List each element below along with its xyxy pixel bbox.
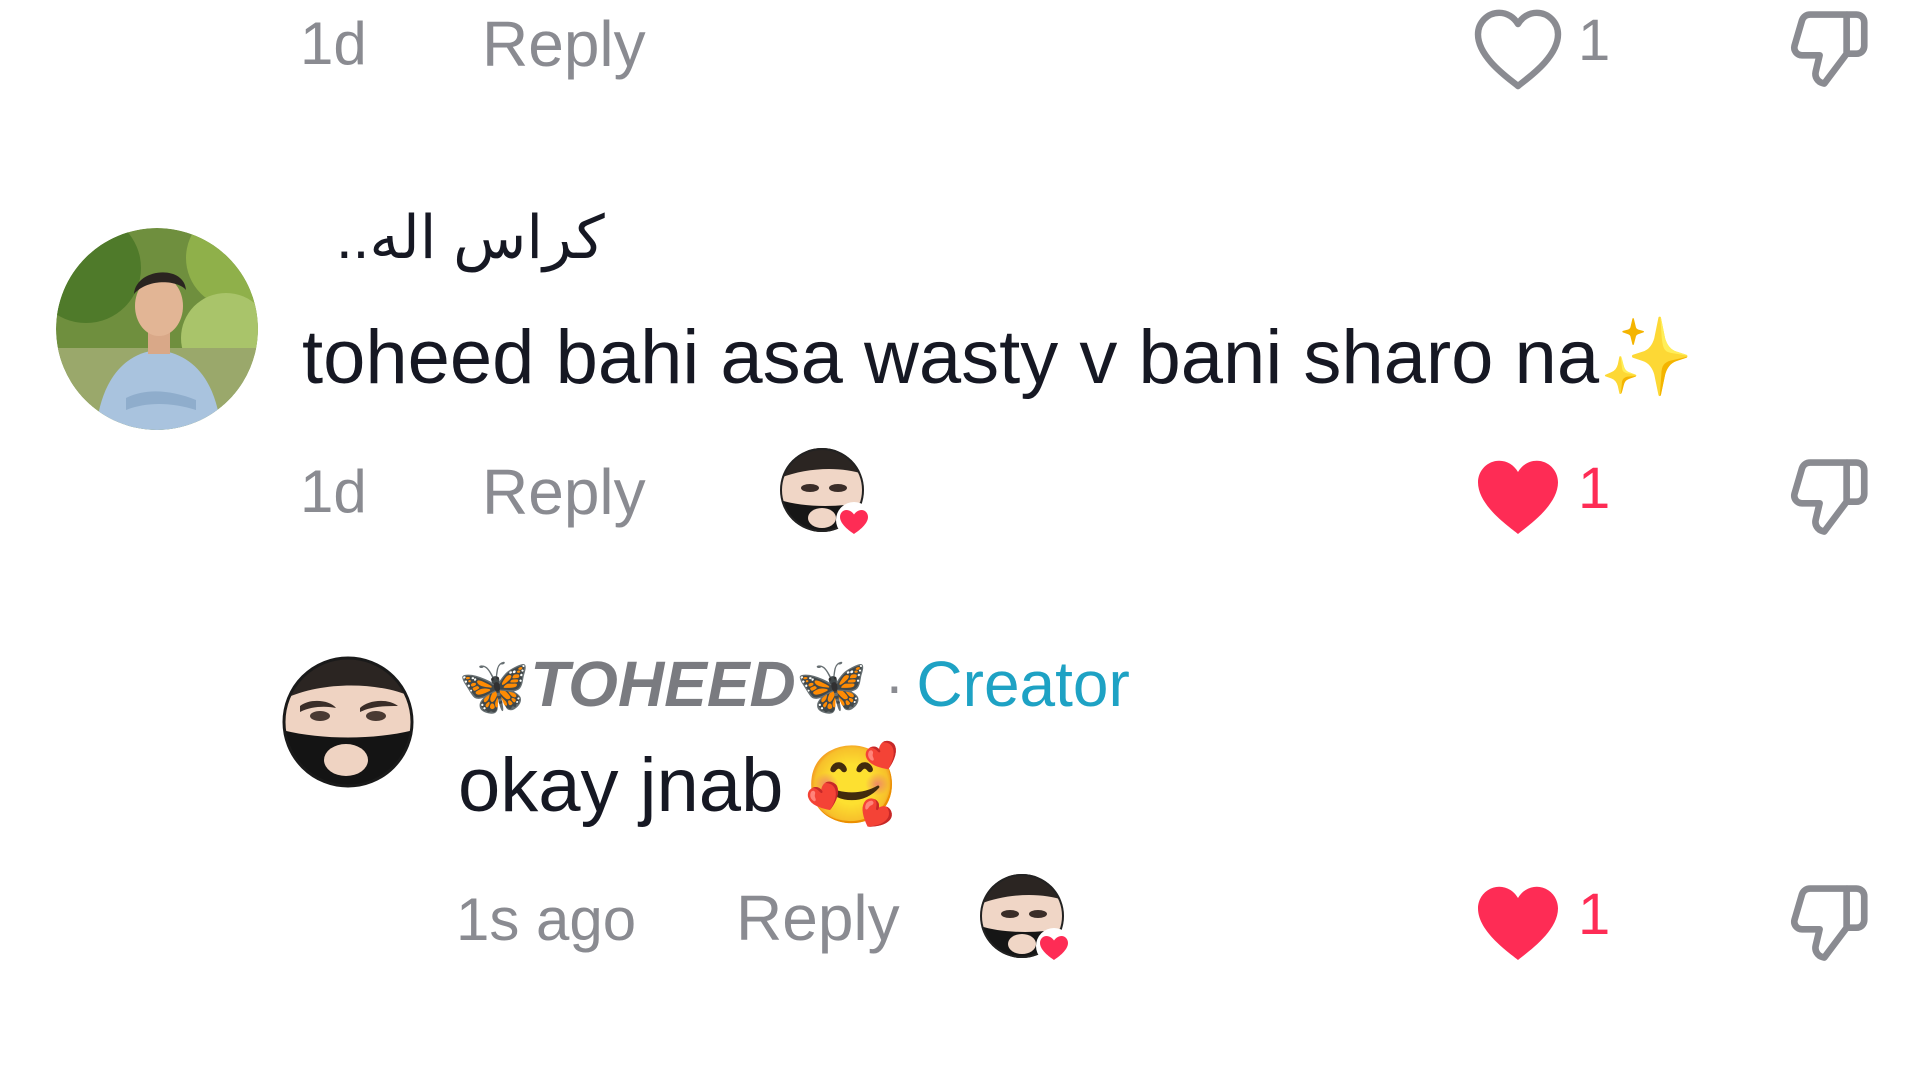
user-avatar[interactable] <box>56 228 258 430</box>
creator-liked-badge <box>780 448 872 540</box>
heart-filled-icon <box>1478 886 1558 960</box>
reply-text: okay jnab <box>458 743 784 828</box>
like-count: 1 <box>1578 8 1611 73</box>
like-button[interactable] <box>1470 452 1566 540</box>
thumbs-down-icon <box>1790 459 1868 535</box>
thumbs-down-icon <box>1790 885 1868 961</box>
creator-liked-badge <box>980 874 1072 966</box>
sparkles-emoji: ✨ <box>1599 315 1694 400</box>
butterfly-left-emoji: 🦋 <box>458 654 531 719</box>
dislike-button[interactable] <box>1782 2 1876 96</box>
separator-dot: · <box>884 652 905 719</box>
like-button[interactable] <box>1470 4 1566 92</box>
smiling-hearts-emoji: 🥰 <box>804 743 900 828</box>
avatar-image <box>56 228 258 430</box>
heart-filled-icon <box>1478 460 1558 534</box>
thumbs-down-icon <box>1790 11 1868 87</box>
like-count: 1 <box>1578 882 1611 947</box>
reply-body: okay jnab 🥰 <box>458 748 899 824</box>
like-count: 1 <box>1578 456 1611 521</box>
dislike-button[interactable] <box>1782 450 1876 544</box>
reply-button[interactable]: Reply <box>736 886 900 950</box>
reply-button[interactable]: Reply <box>482 460 646 524</box>
heart-badge-icon <box>1036 928 1072 964</box>
butterfly-right-emoji: 🦋 <box>795 654 868 719</box>
creator-mini-avatar <box>980 874 1072 964</box>
heart-badge-icon <box>836 502 872 538</box>
comment-username[interactable]: كراس اله.. <box>336 208 605 268</box>
comment-time: 1d <box>300 458 367 525</box>
like-button[interactable] <box>1470 878 1566 966</box>
comment-time: 1d <box>300 10 367 77</box>
creator-avatar[interactable] <box>282 656 414 788</box>
comment-body: toheed bahi asa wasty v bani sharo na✨ <box>302 320 1694 396</box>
comment-text: toheed bahi asa wasty v bani sharo na <box>302 315 1600 400</box>
heart-outline-icon <box>1474 9 1562 90</box>
creator-mini-avatar <box>780 448 872 538</box>
reply-time: 1s ago <box>456 886 637 953</box>
reply-button[interactable]: Reply <box>482 12 646 76</box>
dislike-button[interactable] <box>1782 876 1876 970</box>
creator-username[interactable]: TOHEED <box>530 648 796 720</box>
creator-label: Creator <box>916 648 1130 720</box>
creator-avatar-image <box>282 656 414 788</box>
reply-header: 🦋TOHEED🦋 · Creator <box>458 652 1130 721</box>
